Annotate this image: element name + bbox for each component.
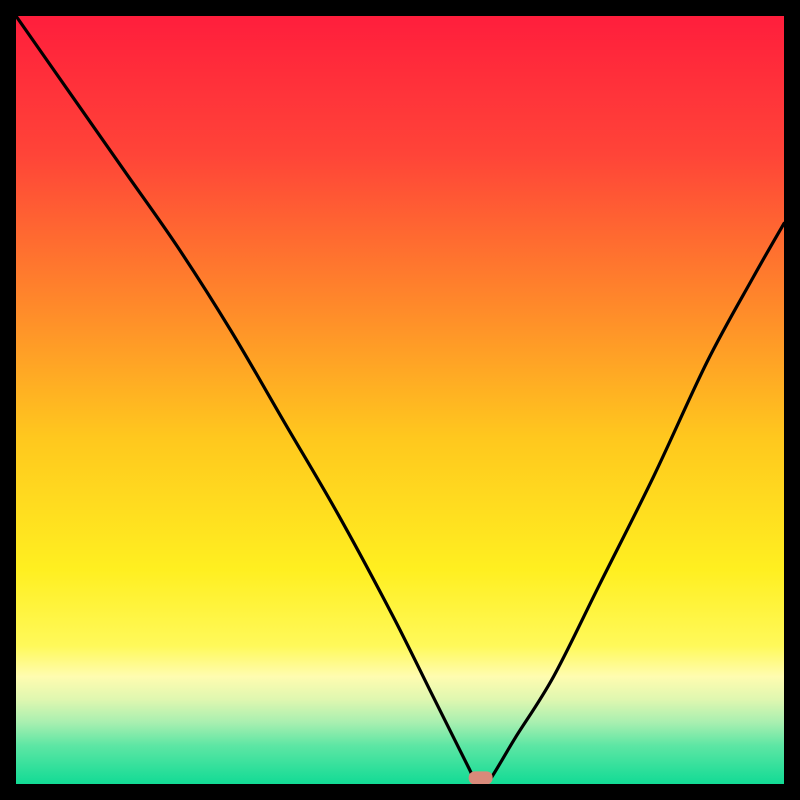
chart-frame: TheBottleneck.com [16,16,784,784]
optimal-point-marker [469,771,493,784]
bottleneck-chart [16,16,784,784]
chart-background [16,16,784,784]
